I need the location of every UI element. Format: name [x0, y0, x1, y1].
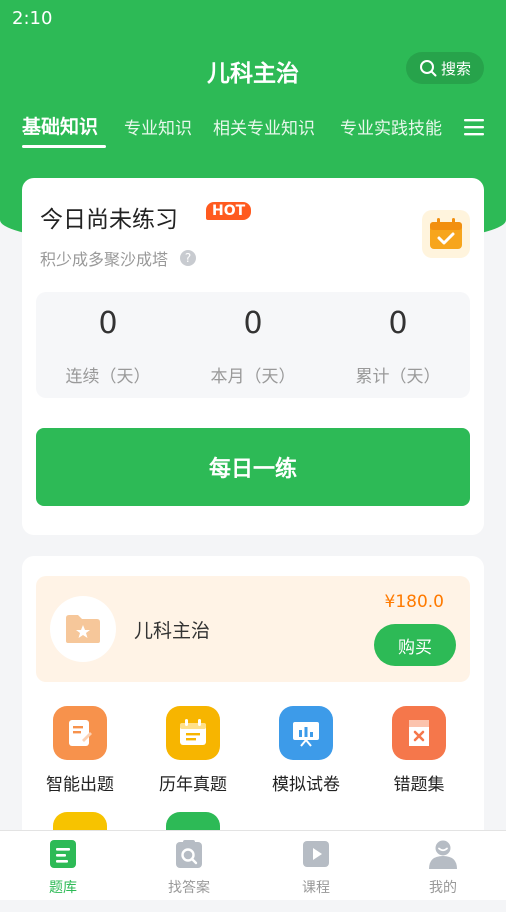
stat-label: 本月（天）	[210, 367, 296, 387]
feature-label: 智能出题	[46, 775, 114, 795]
practice-stats: 0 连续（天） 0 本月（天） 0 累计（天）	[36, 292, 470, 398]
stat-consecutive-days: 0 连续（天）	[36, 292, 180, 398]
help-icon[interactable]: ?	[180, 250, 197, 266]
stat-total-days: 0 累计（天）	[326, 292, 470, 398]
past-exams-icon	[166, 706, 220, 760]
stat-value: 0	[98, 306, 118, 341]
stat-month-days: 0 本月（天）	[181, 292, 325, 398]
status-time: 2:10	[12, 7, 53, 29]
nav-label: 课程	[302, 880, 330, 896]
find-answer-icon	[176, 840, 202, 868]
daily-practice-card: 今日尚未练习 HOT 积少成多聚沙成塔 ? 0 连续（天） 0 本月（天） 0 …	[22, 178, 484, 535]
daily-practice-button[interactable]: 每日一练	[36, 428, 470, 506]
practice-status-title: 今日尚未练习	[40, 207, 178, 233]
tab-practice-skills[interactable]: 专业实践技能	[340, 114, 442, 139]
search-button[interactable]: 搜索	[406, 52, 484, 84]
course-icon	[303, 841, 329, 867]
search-label: 搜索	[440, 59, 471, 78]
feature-wrong-questions[interactable]: 错题集	[364, 706, 474, 806]
wrong-questions-icon	[392, 706, 446, 760]
feature-mock-exam[interactable]: 模拟试卷	[251, 706, 361, 806]
nav-course[interactable]: 课程	[253, 839, 379, 899]
status-bar: 2:10	[0, 0, 506, 36]
bottom-navigation: 题库 找答案 课程 我的	[0, 830, 506, 900]
search-icon	[419, 60, 437, 77]
feature-label: 错题集	[393, 775, 445, 795]
practice-subtitle-text: 积少成多聚沙成塔	[40, 250, 169, 269]
feature-label: 模拟试卷	[272, 775, 340, 795]
nav-find-answer[interactable]: 找答案	[126, 839, 252, 899]
question-bank-icon	[50, 840, 76, 868]
mock-exam-icon	[279, 706, 333, 760]
folder-star-icon	[50, 596, 116, 662]
question-bank-card: 儿科主治 ¥180.0 购买 智能出题 历年真题 模拟试卷 错题集	[22, 556, 484, 866]
product-price: ¥180.0	[384, 592, 444, 612]
feature-label: 历年真题	[159, 775, 227, 795]
app-header: 儿科主治 搜索	[0, 50, 506, 90]
tab-professional-knowledge[interactable]: 专业知识	[124, 114, 192, 139]
product-name: 儿科主治	[134, 620, 211, 642]
nav-label: 找答案	[168, 880, 210, 896]
calendar-check-icon[interactable]	[422, 210, 470, 258]
stat-value: 0	[388, 306, 408, 341]
nav-question-bank[interactable]: 题库	[0, 839, 126, 899]
tab-related-knowledge[interactable]: 相关专业知识	[213, 114, 315, 139]
smart-question-icon	[53, 706, 107, 760]
feature-past-exams[interactable]: 历年真题	[138, 706, 248, 806]
feature-smart-question[interactable]: 智能出题	[25, 706, 135, 806]
stat-value: 0	[243, 306, 263, 341]
hot-badge: HOT	[206, 202, 252, 220]
subject-tabs: 基础知识 专业知识 相关专业知识 专业实践技能	[0, 108, 506, 152]
nav-label: 题库	[49, 880, 77, 896]
practice-subtitle: 积少成多聚沙成塔 ?	[40, 246, 197, 270]
nav-profile[interactable]: 我的	[380, 839, 506, 899]
nav-label: 我的	[429, 880, 457, 896]
stat-label: 累计（天）	[355, 367, 441, 387]
tab-basic-knowledge[interactable]: 基础知识	[22, 112, 98, 139]
profile-icon	[429, 840, 457, 869]
stat-label: 连续（天）	[65, 367, 151, 387]
menu-icon[interactable]	[464, 118, 484, 136]
buy-button[interactable]: 购买	[374, 624, 456, 666]
product-banner[interactable]: 儿科主治 ¥180.0 购买	[36, 576, 470, 682]
active-tab-indicator	[22, 145, 106, 148]
